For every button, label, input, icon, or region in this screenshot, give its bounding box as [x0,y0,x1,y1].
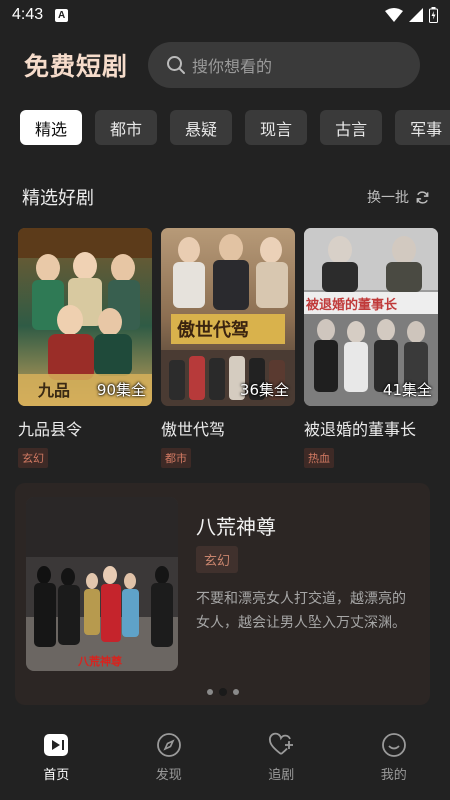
nav-label: 追剧 [268,768,295,783]
search-icon [167,56,186,74]
carousel-dot-active[interactable] [218,688,227,696]
drama-poster[interactable]: 被退婚的董事长 41集全 [304,228,438,406]
genre-tag: 玄幻 [18,448,48,468]
tab-label: 现言 [260,119,293,139]
drama-title[interactable]: 被退婚的董事长 [304,416,438,440]
tab-label: 军事 [410,119,443,139]
featured-title[interactable]: 八荒神尊 [196,511,276,540]
search-placeholder: 搜你想看的 [192,57,273,76]
section-header: 精选好剧 换一批 [22,182,430,212]
poster-calligraphy: 傲世代驾 [177,319,249,341]
bottom-navigation: 首页 发现 追剧 我的 [0,724,450,800]
refresh-button[interactable]: 换一批 [367,187,430,207]
refresh-label: 换一批 [367,190,409,206]
episode-count: 90集全 [96,381,146,399]
poster-calligraphy: 九品 [37,381,70,400]
battery-icon [429,7,438,23]
tab-mystery[interactable]: 悬疑 [170,110,233,145]
nav-label: 首页 [43,768,70,783]
refresh-icon [416,190,429,204]
app-title: 免费短剧 [24,52,129,81]
section-title: 精选好剧 [22,188,94,209]
wifi-icon [385,8,403,22]
drama-card[interactable]: 傲世代驾 36集全 傲世代驾 都市 [161,228,295,468]
tab-label: 精选 [35,119,68,139]
signal-icon [409,8,423,22]
nav-following[interactable]: 追剧 [236,724,326,800]
carousel-dot[interactable] [206,689,213,695]
heart-plus-icon [269,732,294,755]
tab-label: 古言 [335,119,368,139]
nav-profile[interactable]: 我的 [349,724,439,800]
featured-image-caption: 八荒神尊 [77,654,122,668]
tab-military[interactable]: 军事 [395,110,450,145]
drama-title[interactable]: 九品县令 [18,416,152,440]
featured-description: 不要和漂亮女人打交道，越漂亮的女人，越会让男人坠入万丈深渊。 [196,591,406,631]
episode-count: 36集全 [239,381,289,399]
episode-count: 41集全 [382,381,432,399]
nav-discover[interactable]: 发现 [124,724,214,800]
tab-label: 都市 [110,119,143,139]
carousel-indicator [206,688,239,696]
smile-icon [381,733,406,757]
app-header: 免费短剧 搜你想看的 [0,40,450,90]
status-bar: 4:43 A [0,0,450,30]
nav-label: 发现 [155,768,182,783]
drama-list: 九品 90集全 九品县令 玄幻 傲世代驾 36集全 傲世代驾 都市 被退婚的董事… [18,228,438,468]
search-input[interactable]: 搜你想看的 [148,42,421,88]
drama-card[interactable]: 被退婚的董事长 41集全 被退婚的董事长 热血 [304,228,438,468]
status-icons [385,7,438,23]
compass-icon [156,733,181,757]
drama-card[interactable]: 九品 90集全 九品县令 玄幻 [18,228,152,468]
featured-banner[interactable]: 八荒神尊 八荒神尊 玄幻 不要和漂亮女人打交道，越漂亮的女人，越会让男人坠入万丈… [15,483,430,705]
featured-image[interactable]: 八荒神尊 [26,497,178,671]
featured-poster: 八荒神尊 [26,497,178,671]
nav-home[interactable]: 首页 [11,724,101,800]
notification-icon: A [55,8,69,22]
tab-featured[interactable]: 精选 [20,110,83,145]
category-tabs: 精选 都市 悬疑 现言 古言 军事 [20,110,450,146]
tab-label: 悬疑 [185,119,218,139]
nav-label: 我的 [380,768,407,783]
featured-genre-tag: 玄幻 [196,546,239,573]
carousel-dot[interactable] [232,689,239,695]
drama-poster[interactable]: 傲世代驾 36集全 [161,228,295,406]
drama-title[interactable]: 傲世代驾 [161,416,295,440]
status-time: 4:43 [12,6,44,23]
genre-tag: 都市 [161,448,191,468]
play-box-icon [44,734,69,756]
poster-calligraphy: 被退婚的董事长 [305,297,398,313]
genre-tag: 热血 [304,448,334,468]
tab-modern-romance[interactable]: 现言 [245,110,308,145]
tab-urban[interactable]: 都市 [95,110,158,145]
tab-ancient-romance[interactable]: 古言 [320,110,383,145]
drama-poster[interactable]: 九品 90集全 [18,228,152,406]
